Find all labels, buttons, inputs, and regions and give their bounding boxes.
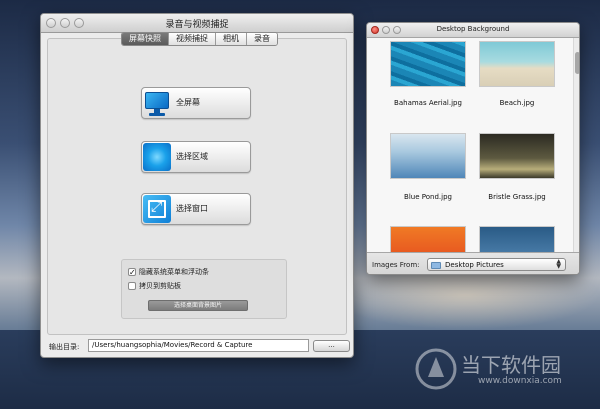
scrollbar-thumb[interactable] — [575, 52, 579, 74]
image-grid: Bahamas Aerial.jpg Beach.jpg Blue Pond.j… — [367, 38, 573, 252]
thumbnail-beach[interactable] — [479, 41, 555, 87]
options-group: ✓ 隐藏系统菜单和浮动条 拷贝到剪贴板 选择桌面背景图片 — [121, 259, 287, 319]
monitor-icon — [143, 89, 171, 117]
images-from-bar: Images From: Desktop Pictures ▲ ▼ — [367, 252, 579, 274]
folder-icon — [431, 262, 441, 269]
desktop-background-window: Desktop Background Bahamas Aerial.jpg Be… — [366, 22, 580, 275]
thumbnail-label: Bahamas Aerial.jpg — [394, 99, 462, 107]
fullscreen-label: 全屏幕 — [176, 98, 200, 107]
tab-screenshot[interactable]: 屏幕快照 — [122, 33, 169, 45]
tab-video-capture[interactable]: 视频捕捉 — [169, 33, 216, 45]
hide-menu-option[interactable]: ✓ 隐藏系统菜单和浮动条 — [128, 267, 209, 277]
hide-menu-label: 隐藏系统菜单和浮动条 — [139, 268, 209, 276]
watermark-logo-icon — [415, 348, 457, 390]
output-footer: 输出目录: /Users/huangsophia/Movies/Record &… — [41, 337, 353, 357]
tab-content-panel: 全屏幕 选择区域 ⤢ 选择窗口 ✓ 隐藏系统菜单和浮动条 拷贝到剪贴板 选择桌面… — [47, 38, 347, 335]
images-from-value: Desktop Pictures — [445, 261, 504, 269]
select-window-button[interactable]: ⤢ 选择窗口 — [141, 193, 251, 225]
desktop-background-titlebar: Desktop Background — [367, 23, 579, 38]
thumbnail-blue-pond[interactable] — [390, 133, 466, 179]
region-icon — [143, 143, 171, 171]
thumbnail-label: Bristle Grass.jpg — [488, 193, 546, 201]
thumbnail-label: Blue Pond.jpg — [404, 193, 452, 201]
copy-clipboard-checkbox[interactable] — [128, 282, 136, 290]
watermark-url: www.downxia.com — [478, 376, 562, 386]
select-region-label: 选择区域 — [176, 152, 208, 161]
window-arrow-icon: ⤢ — [143, 195, 171, 223]
tab-camera[interactable]: 相机 — [216, 33, 247, 45]
images-from-label: Images From: — [372, 261, 420, 269]
select-window-label: 选择窗口 — [176, 204, 208, 213]
thumbnail-blue[interactable] — [479, 226, 555, 252]
fullscreen-button[interactable]: 全屏幕 — [141, 87, 251, 119]
grid-scrollbar[interactable] — [573, 38, 579, 252]
copy-clipboard-label: 拷贝到剪贴板 — [139, 282, 181, 290]
thumbnail-orange[interactable] — [390, 226, 466, 252]
thumbnail-bahamas-aerial[interactable] — [390, 41, 466, 87]
output-dir-label: 输出目录: — [49, 343, 80, 351]
db-window-title: Desktop Background — [436, 25, 510, 33]
tab-bar: 屏幕快照 视频捕捉 相机 录音 — [121, 32, 278, 46]
desktop-image-button[interactable]: 选择桌面背景图片 — [148, 300, 248, 311]
copy-clipboard-option[interactable]: 拷贝到剪贴板 — [128, 281, 181, 291]
select-arrows-icon: ▲ ▼ — [556, 258, 561, 270]
browse-button[interactable]: ... — [313, 340, 350, 352]
window-title: 录音与视频捕捉 — [165, 20, 229, 30]
hide-menu-checkbox[interactable]: ✓ — [128, 268, 136, 277]
watermark-text: 当下软件园 — [461, 353, 561, 377]
capture-titlebar: 录音与视频捕捉 — [41, 14, 353, 33]
capture-window: 录音与视频捕捉 屏幕快照 视频捕捉 相机 录音 全屏幕 选择区域 ⤢ 选择窗口 … — [40, 13, 354, 358]
thumbnail-label: Beach.jpg — [499, 99, 535, 107]
images-from-select[interactable]: Desktop Pictures ▲ ▼ — [427, 258, 566, 271]
select-region-button[interactable]: 选择区域 — [141, 141, 251, 173]
tab-audio[interactable]: 录音 — [247, 33, 277, 45]
output-path-field[interactable]: /Users/huangsophia/Movies/Record & Captu… — [88, 339, 309, 352]
thumbnail-bristle-grass[interactable] — [479, 133, 555, 179]
